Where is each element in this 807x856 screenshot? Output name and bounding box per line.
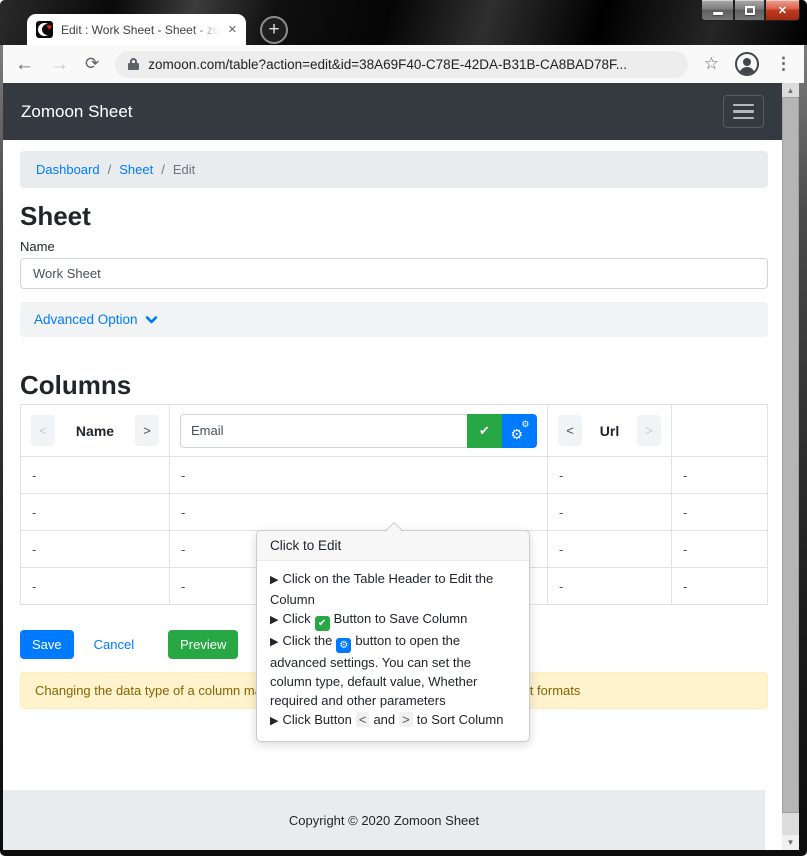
column-header-empty (672, 405, 768, 457)
table-cell: - (170, 494, 548, 531)
bullet-icon: ▶ (270, 614, 278, 626)
check-icon: ✔ (479, 423, 490, 439)
column-name-edit-input[interactable] (180, 414, 467, 448)
cancel-button[interactable]: Cancel (84, 630, 144, 659)
table-cell: - (672, 494, 768, 531)
lock-icon (128, 58, 139, 70)
kbd-greater-than: > (399, 712, 413, 727)
column-header-url[interactable]: < Url > (548, 405, 672, 457)
save-button[interactable]: Save (20, 630, 74, 659)
browser-window: ♥ Edit : Work Sheet - Sheet - zomoon ✕ +… (0, 0, 807, 856)
hamburger-menu-button[interactable] (723, 95, 764, 128)
profile-avatar-icon[interactable] (735, 52, 759, 76)
kbd-less-than: < (356, 712, 370, 727)
cogs-icon: ⚙ (336, 638, 351, 653)
popover-line: ▶Click✔Button to Save Column (270, 609, 516, 631)
brand-title[interactable]: Zomoon Sheet (21, 102, 133, 122)
table-cell: - (21, 457, 170, 494)
table-cell: - (548, 568, 672, 605)
table-cell: - (672, 457, 768, 494)
sort-left-button[interactable]: < (31, 415, 55, 446)
bookmark-star-icon[interactable]: ☆ (704, 54, 719, 74)
reload-icon[interactable]: ⟳ (85, 54, 99, 74)
breadcrumb-sheet-link[interactable]: Sheet (119, 162, 153, 177)
page-footer: Copyright © 2020 Zomoon Sheet (3, 790, 765, 850)
app-navbar: Zomoon Sheet (3, 83, 782, 140)
columns-heading: Columns (20, 370, 768, 401)
browser-menu-icon[interactable]: ⋮ (775, 54, 792, 74)
table-cell: - (672, 568, 768, 605)
bullet-icon: ▶ (270, 636, 278, 648)
name-label: Name (20, 239, 768, 254)
table-cell: - (21, 568, 170, 605)
cogs-icon: ⚙⚙ (511, 422, 529, 440)
close-window-button[interactable]: ✕ (765, 0, 800, 21)
click-to-edit-popover: Click to Edit ▶Click on the Table Header… (256, 530, 530, 742)
minimize-button[interactable] (701, 0, 734, 21)
hamburger-icon (733, 104, 754, 107)
window-controls: ✕ (701, 0, 800, 21)
table-row: - - - - (21, 457, 768, 494)
popover-line: ▶Click Button<and>to Sort Column (270, 710, 516, 731)
forward-icon: → (50, 55, 69, 74)
popover-line: ▶Click the⚙button to open the advanced s… (270, 631, 516, 710)
table-header-row: < Name > ✔ ⚙⚙ (21, 405, 768, 457)
popover-title: Click to Edit (257, 531, 529, 561)
preview-button[interactable]: Preview (168, 630, 238, 659)
browser-toolbar: ← → ⟳ zomoon.com/table?action=edit&id=38… (3, 45, 804, 83)
breadcrumb: Dashboard / Sheet / Edit (20, 151, 768, 188)
table-cell: - (548, 457, 672, 494)
chevron-down-icon (145, 313, 158, 326)
scrollbar-thumb[interactable] (782, 97, 799, 813)
maximize-icon (745, 6, 755, 15)
popover-line: ▶Click on the Table Header to Edit the C… (270, 569, 516, 609)
sheet-name-input[interactable] (20, 258, 768, 289)
table-cell: - (21, 531, 170, 568)
bullet-icon: ▶ (270, 715, 278, 727)
column-name-label[interactable]: Name (76, 423, 114, 439)
web-page: ▲ ▼ Zomoon Sheet Dashboard / Sheet / (3, 83, 799, 850)
tab-close-icon[interactable]: ✕ (228, 23, 237, 36)
popover-body: ▶Click on the Table Header to Edit the C… (257, 561, 529, 741)
column-header-name[interactable]: < Name > (21, 405, 170, 457)
sort-left-button[interactable]: < (558, 415, 582, 446)
check-icon: ✔ (315, 616, 330, 631)
save-column-button[interactable]: ✔ (467, 414, 502, 448)
table-cell: - (548, 531, 672, 568)
column-header-email-editing: ✔ ⚙⚙ (170, 405, 548, 457)
scroll-down-icon[interactable]: ▼ (782, 835, 799, 850)
tab-title: Edit : Work Sheet - Sheet - zomoon (61, 23, 220, 37)
site-favicon-icon: ♥ (36, 21, 53, 38)
sort-right-button[interactable]: > (135, 415, 159, 446)
table-cell: - (170, 457, 548, 494)
new-tab-button[interactable]: + (260, 16, 288, 44)
window-titlebar: ♥ Edit : Work Sheet - Sheet - zomoon ✕ +… (0, 0, 807, 45)
breadcrumb-separator: / (108, 162, 112, 177)
breadcrumb-dashboard-link[interactable]: Dashboard (36, 162, 100, 177)
address-bar[interactable]: zomoon.com/table?action=edit&id=38A69F40… (115, 51, 688, 78)
sheet-heading: Sheet (20, 201, 768, 232)
back-icon[interactable]: ← (15, 55, 34, 74)
scroll-up-icon[interactable]: ▲ (782, 83, 799, 98)
breadcrumb-current: Edit (173, 162, 195, 177)
sort-right-button[interactable]: > (637, 415, 661, 446)
table-cell: - (21, 494, 170, 531)
breadcrumb-separator: / (161, 162, 165, 177)
page-content: Zomoon Sheet Dashboard / Sheet / Edit Sh… (3, 83, 782, 850)
table-cell: - (548, 494, 672, 531)
page-scrollbar[interactable]: ▲ ▼ (782, 83, 799, 850)
url-text[interactable]: zomoon.com/table?action=edit&id=38A69F40… (148, 57, 627, 72)
maximize-button[interactable] (734, 0, 765, 21)
advanced-settings-button[interactable]: ⚙⚙ (502, 414, 537, 448)
table-cell: - (672, 531, 768, 568)
bullet-icon: ▶ (270, 574, 278, 586)
minimize-icon (713, 12, 723, 15)
advanced-option-label: Advanced Option (34, 312, 138, 327)
browser-tab[interactable]: ♥ Edit : Work Sheet - Sheet - zomoon ✕ (27, 14, 246, 45)
advanced-option-toggle[interactable]: Advanced Option (20, 302, 768, 337)
column-url-label[interactable]: Url (600, 423, 619, 439)
